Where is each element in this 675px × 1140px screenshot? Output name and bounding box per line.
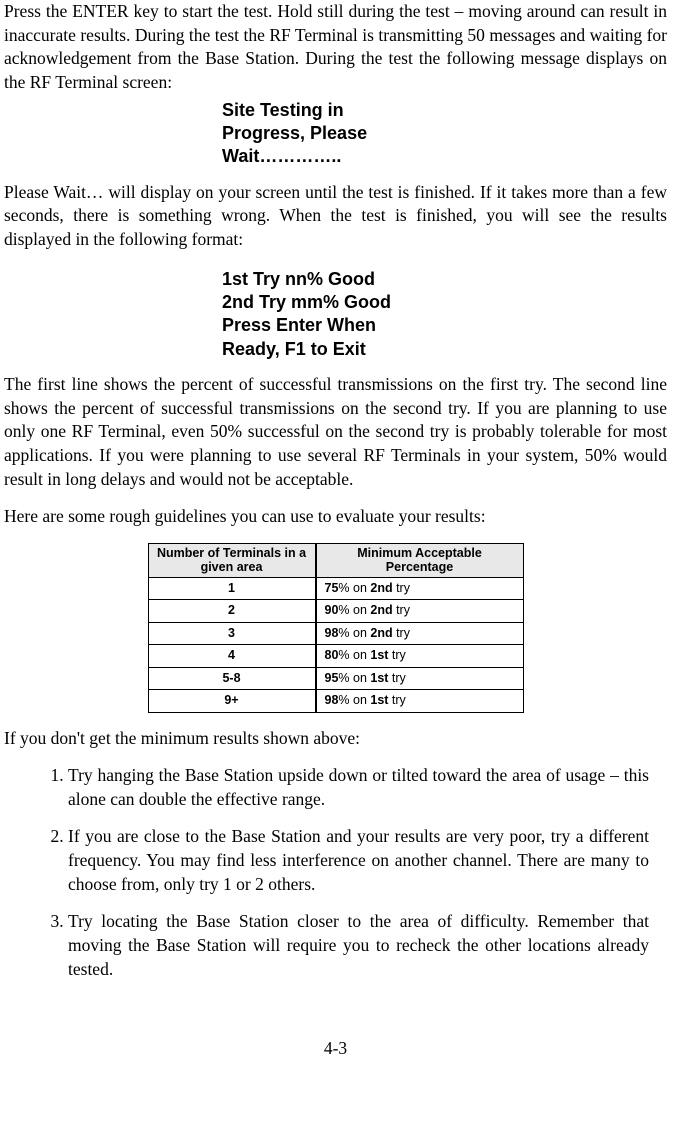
cell-terminals: 4 xyxy=(148,645,316,668)
screen-line: Press Enter When xyxy=(222,314,667,337)
screen-message-results: 1st Try nn% Good 2nd Try mm% Good Press … xyxy=(222,268,667,362)
cell-percentage: 80% on 1st try xyxy=(316,645,524,668)
table-row: 2 90% on 2nd try xyxy=(148,600,524,623)
table-row: 4 80% on 1st try xyxy=(148,645,524,668)
paragraph-intro: Press the ENTER key to start the test. H… xyxy=(4,0,667,95)
paragraph-guidelines: Here are some rough guidelines you can u… xyxy=(4,505,667,529)
table-header-percentage: Minimum Acceptable Percentage xyxy=(316,543,524,578)
screen-line: Ready, F1 to Exit xyxy=(222,338,667,361)
screen-line: Site Testing in xyxy=(222,99,667,122)
troubleshooting-list: Try hanging the Base Station upside down… xyxy=(4,764,667,981)
paragraph-wait: Please Wait… will display on your screen… xyxy=(4,181,667,252)
list-item: If you are close to the Base Station and… xyxy=(68,825,667,896)
table-row: 9+ 98% on 1st try xyxy=(148,690,524,713)
paragraph-explain: The first line shows the percent of succ… xyxy=(4,373,667,491)
cell-terminals: 3 xyxy=(148,623,316,646)
guidelines-table: Number of Terminals in a given area Mini… xyxy=(148,543,524,713)
cell-percentage: 95% on 1st try xyxy=(316,668,524,691)
screen-line: Wait………….. xyxy=(222,145,667,168)
table-row: 1 75% on 2nd try xyxy=(148,578,524,601)
cell-percentage: 90% on 2nd try xyxy=(316,600,524,623)
screen-line: 2nd Try mm% Good xyxy=(222,291,667,314)
table-row: 3 98% on 2nd try xyxy=(148,623,524,646)
cell-percentage: 75% on 2nd try xyxy=(316,578,524,601)
table-header-terminals: Number of Terminals in a given area xyxy=(148,543,316,578)
paragraph-if-not: If you don't get the minimum results sho… xyxy=(4,727,667,751)
cell-terminals: 9+ xyxy=(148,690,316,713)
cell-percentage: 98% on 2nd try xyxy=(316,623,524,646)
screen-line: 1st Try nn% Good xyxy=(222,268,667,291)
list-item: Try hanging the Base Station upside down… xyxy=(68,764,667,811)
table-row: 5-8 95% on 1st try xyxy=(148,668,524,691)
list-item: Try locating the Base Station closer to … xyxy=(68,910,667,981)
screen-message-testing: Site Testing in Progress, Please Wait………… xyxy=(222,99,667,169)
screen-line: Progress, Please xyxy=(222,122,667,145)
cell-percentage: 98% on 1st try xyxy=(316,690,524,713)
cell-terminals: 5-8 xyxy=(148,668,316,691)
page-number: 4-3 xyxy=(4,1037,667,1061)
cell-terminals: 2 xyxy=(148,600,316,623)
cell-terminals: 1 xyxy=(148,578,316,601)
